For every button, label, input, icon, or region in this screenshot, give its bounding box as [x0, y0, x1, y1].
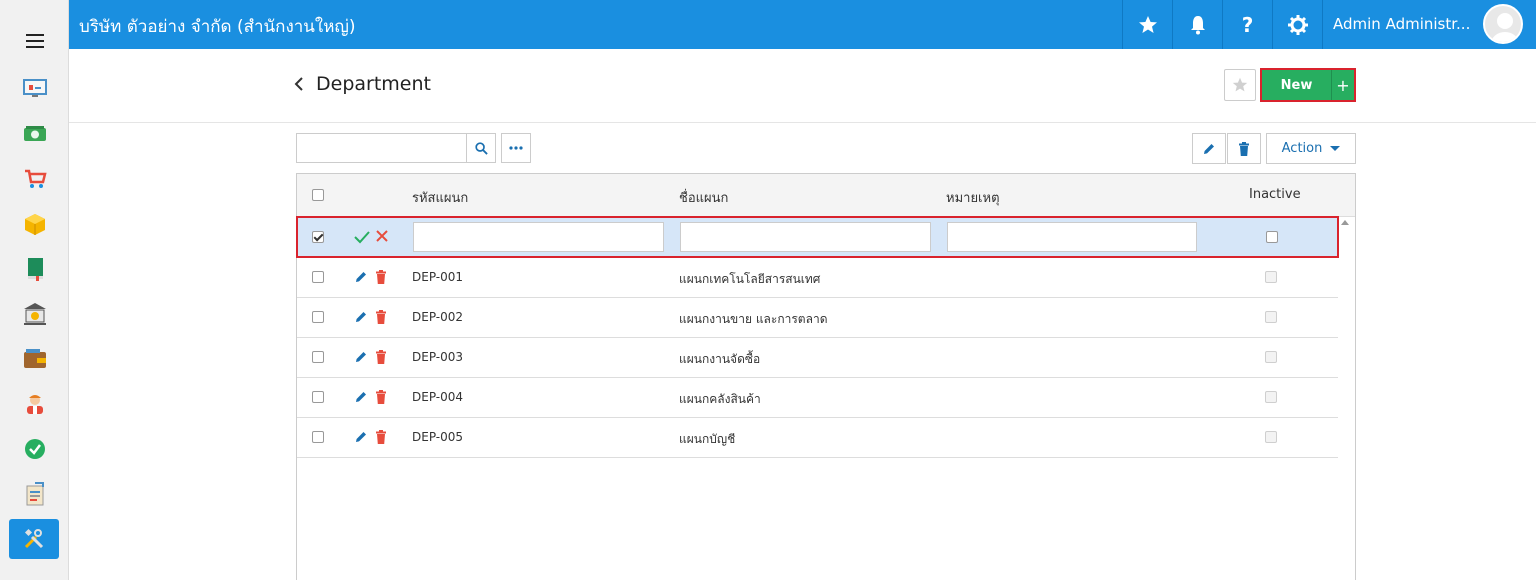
- help-button[interactable]: ?: [1222, 0, 1272, 49]
- pencil-icon[interactable]: [354, 390, 368, 404]
- settings-button[interactable]: [1272, 0, 1322, 49]
- cart-icon[interactable]: [22, 166, 48, 192]
- table-row[interactable]: DEP-002 แผนกงานขาย และการตลาด: [297, 298, 1338, 338]
- more-icon: [509, 146, 523, 150]
- column-header-name[interactable]: ชื่อแผนก: [679, 187, 728, 208]
- row-checkbox[interactable]: [312, 271, 324, 283]
- bank-icon[interactable]: [22, 301, 48, 327]
- action-dropdown[interactable]: Action: [1266, 133, 1356, 164]
- add-favorite-button[interactable]: [1224, 69, 1256, 101]
- chevron-down-icon: [1330, 146, 1341, 151]
- document-icon[interactable]: [22, 481, 48, 507]
- favorites-button[interactable]: [1122, 0, 1172, 49]
- table-header: รหัสแผนก ชื่อแผนก หมายเหตุ Inactive: [297, 174, 1355, 217]
- page-header: Department New +: [69, 49, 1536, 123]
- new-button[interactable]: New: [1262, 70, 1331, 100]
- cell-name: แผนกคลังสินค้า: [679, 392, 761, 406]
- inactive-checkbox: [1265, 311, 1277, 323]
- dashboard-icon[interactable]: [22, 75, 48, 101]
- trash-icon[interactable]: [375, 430, 387, 444]
- cell-name: แผนกเทคโนโลยีสารสนเทศ: [679, 272, 821, 286]
- pencil-icon[interactable]: [354, 310, 368, 324]
- book-icon[interactable]: [22, 256, 48, 282]
- column-header-inactive[interactable]: Inactive: [1249, 187, 1301, 202]
- trash-icon[interactable]: [375, 390, 387, 404]
- inactive-checkbox: [1265, 351, 1277, 363]
- action-label: Action: [1281, 141, 1323, 156]
- column-header-code[interactable]: รหัสแผนก: [412, 187, 468, 208]
- avatar[interactable]: [1483, 4, 1523, 44]
- cell-code: DEP-004: [412, 390, 464, 404]
- top-bar: บริษัท ตัวอย่าง จำกัด (สำนักงานใหญ่) ? A…: [69, 0, 1536, 49]
- row-checkbox[interactable]: [312, 391, 324, 403]
- cell-name: แผนกงานจัดซื้อ: [679, 352, 761, 366]
- confirm-icon[interactable]: [354, 230, 370, 244]
- column-header-note[interactable]: หมายเหตุ: [946, 187, 1000, 208]
- sidebar: [0, 0, 69, 580]
- row-checkbox[interactable]: [312, 351, 324, 363]
- back-icon[interactable]: [294, 77, 304, 91]
- new-options-button[interactable]: +: [1331, 70, 1354, 100]
- trash-icon[interactable]: [375, 270, 387, 284]
- table-row[interactable]: DEP-001 แผนกเทคโนโลยีสารสนเทศ: [297, 258, 1338, 298]
- row-checkbox[interactable]: [312, 431, 324, 443]
- search-input[interactable]: [296, 133, 467, 163]
- money-icon[interactable]: [22, 121, 48, 147]
- inactive-checkbox[interactable]: [1266, 231, 1278, 243]
- new-row-editor: [296, 216, 1339, 258]
- table-row[interactable]: DEP-003 แผนกงานจัดซื้อ: [297, 338, 1338, 378]
- table-row[interactable]: DEP-004 แผนกคลังสินค้า: [297, 378, 1338, 418]
- code-input[interactable]: [413, 222, 664, 252]
- pencil-icon[interactable]: [354, 350, 368, 364]
- inactive-checkbox: [1265, 271, 1277, 283]
- gear-icon: [1287, 14, 1308, 35]
- pencil-icon: [1204, 143, 1214, 154]
- box-icon[interactable]: [22, 211, 48, 237]
- bell-icon: [1190, 15, 1205, 34]
- note-input[interactable]: [947, 222, 1197, 252]
- pencil-icon[interactable]: [354, 430, 368, 444]
- star-outline-icon: [1232, 77, 1248, 92]
- edit-selected-button[interactable]: [1192, 133, 1226, 164]
- page-title: Department: [316, 73, 431, 95]
- pencil-icon[interactable]: [354, 270, 368, 284]
- inactive-checkbox: [1265, 391, 1277, 403]
- search-button[interactable]: [466, 133, 496, 163]
- cell-code: DEP-001: [412, 270, 464, 284]
- delete-selected-button[interactable]: [1227, 133, 1261, 164]
- user-menu[interactable]: Admin Administr...: [1322, 0, 1536, 49]
- row-checkbox[interactable]: [312, 311, 324, 323]
- new-button-group: New +: [1260, 68, 1356, 102]
- menu-icon[interactable]: [26, 34, 44, 48]
- row-checkbox[interactable]: [312, 231, 324, 243]
- help-icon: ?: [1241, 12, 1254, 37]
- trash-icon: [1239, 141, 1249, 156]
- company-name[interactable]: บริษัท ตัวอย่าง จำกัด (สำนักงานใหญ่): [79, 13, 356, 40]
- tools-icon[interactable]: [9, 519, 59, 559]
- wallet-icon[interactable]: [22, 346, 48, 372]
- trash-icon[interactable]: [375, 350, 387, 364]
- notifications-button[interactable]: [1172, 0, 1222, 49]
- name-input[interactable]: [680, 222, 931, 252]
- user-name: Admin Administr...: [1333, 15, 1471, 33]
- table-row[interactable]: DEP-005 แผนกบัญชี: [297, 418, 1338, 458]
- cell-name: แผนกบัญชี: [679, 432, 736, 446]
- department-table: รหัสแผนก ชื่อแผนก หมายเหตุ Inactive DEP-…: [296, 173, 1356, 580]
- cell-name: แผนกงานขาย และการตลาด: [679, 312, 828, 326]
- star-icon: [1138, 15, 1157, 33]
- inactive-checkbox: [1265, 431, 1277, 443]
- cancel-icon[interactable]: [375, 229, 389, 243]
- people-icon[interactable]: [22, 391, 48, 417]
- scroll-up-arrow[interactable]: [1341, 220, 1349, 225]
- cell-code: DEP-002: [412, 310, 464, 324]
- search-icon: [474, 141, 488, 155]
- more-options-button[interactable]: [501, 133, 531, 163]
- cell-code: DEP-005: [412, 430, 464, 444]
- select-all-checkbox[interactable]: [312, 189, 324, 201]
- cell-code: DEP-003: [412, 350, 464, 364]
- approve-icon[interactable]: [22, 436, 48, 462]
- trash-icon[interactable]: [375, 310, 387, 324]
